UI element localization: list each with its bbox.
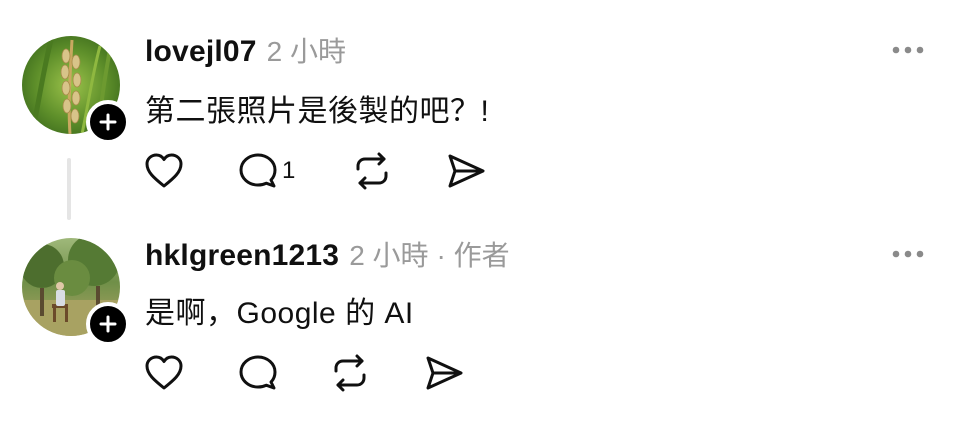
heart-icon (145, 153, 183, 188)
more-dots-icon (892, 46, 924, 54)
repost-icon (334, 354, 366, 392)
avatar-container[interactable] (22, 36, 130, 144)
like-button[interactable] (144, 152, 184, 190)
repost-icon (356, 152, 388, 190)
username[interactable]: hklgreen1213 (145, 239, 339, 273)
reply-count: 1 (282, 157, 296, 184)
reply-button[interactable] (238, 354, 278, 392)
plus-icon (99, 315, 117, 333)
author-tag: · 作者 (436, 240, 510, 271)
comment-text: 是啊，Google 的 AI (145, 297, 414, 330)
follow-button[interactable] (86, 100, 130, 144)
comment-text: 第二張照片是後製的吧？! (145, 95, 490, 128)
timestamp: 2 小時 (349, 240, 429, 271)
like-button[interactable] (144, 354, 184, 392)
speech-bubble-icon (239, 355, 277, 390)
share-button[interactable] (424, 354, 464, 392)
username[interactable]: lovejl07 (145, 35, 257, 69)
send-icon (426, 356, 463, 390)
timestamp: 2 小時 (266, 36, 347, 67)
comment-header: hklgreen1213 2 小時 · 作者 (145, 234, 510, 274)
more-dots-icon (892, 250, 924, 258)
share-button[interactable] (446, 152, 486, 190)
avatar-container[interactable] (22, 238, 130, 346)
comment-header: lovejl07 2 小時 (145, 30, 346, 70)
speech-bubble-icon (239, 153, 277, 188)
heart-icon (145, 355, 183, 390)
send-icon (448, 154, 485, 188)
repost-button[interactable] (352, 152, 392, 190)
repost-button[interactable] (330, 354, 370, 392)
thread-connector-line (67, 158, 71, 220)
more-options-button[interactable] (886, 38, 930, 62)
reply-button[interactable]: 1 (238, 152, 295, 190)
more-options-button[interactable] (886, 242, 930, 266)
plus-icon (99, 113, 117, 131)
follow-button[interactable] (86, 302, 130, 346)
